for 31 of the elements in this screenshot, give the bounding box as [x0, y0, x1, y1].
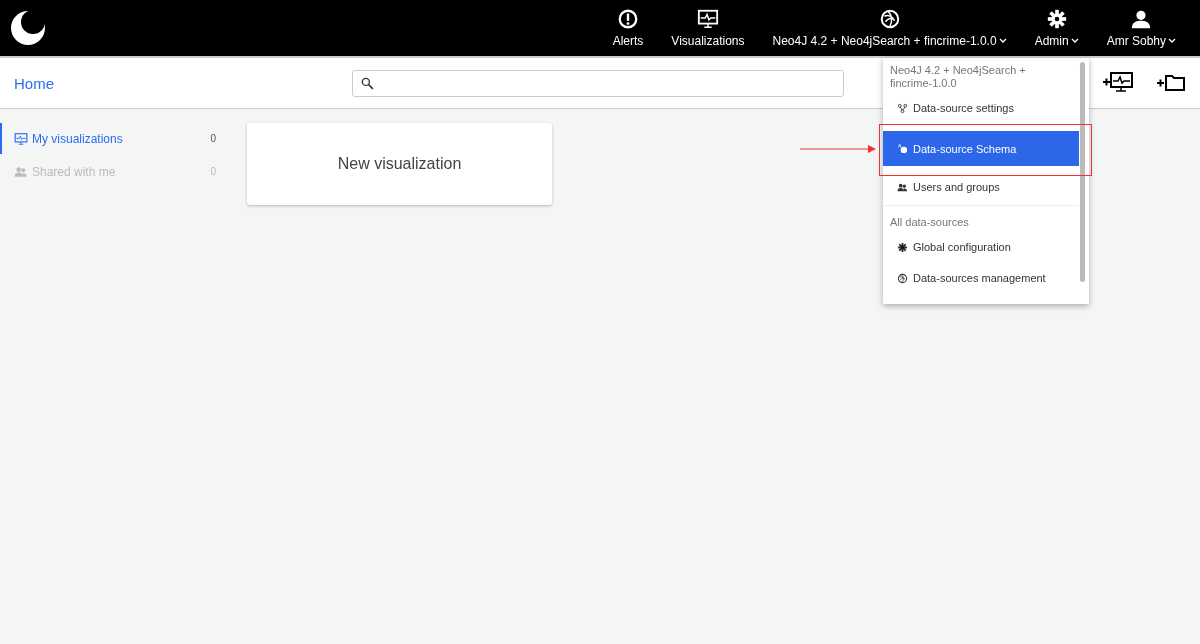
search-field[interactable] [352, 69, 844, 97]
nav-item[interactable]: Neo4J 4.2 + Neo4jSearch + fincrime-1.0.0 [758, 8, 1021, 48]
menu-item[interactable]: Users and groups [883, 174, 1079, 200]
nav-item[interactable]: Visualizations [657, 8, 759, 48]
menu-heading: All data-sources [889, 216, 970, 229]
users-icon [897, 181, 908, 193]
nav-item[interactable]: Alerts [598, 8, 658, 48]
scrollbar[interactable] [1080, 62, 1085, 282]
new-visualization-card[interactable]: New visualization [247, 123, 552, 205]
menu-heading: Neo4J 4.2 + Neo4jSearch + fincrime-1.0.0 [889, 64, 1027, 90]
nodes-icon [897, 102, 908, 114]
monitor-icon [696, 8, 719, 30]
user-icon [1130, 8, 1153, 30]
nav-item[interactable]: Admin [1020, 8, 1093, 48]
globe-icon [878, 8, 901, 30]
globe-icon [897, 272, 908, 284]
menu-item[interactable]: Data-sources management [883, 265, 1079, 291]
search-icon [361, 76, 374, 90]
settings-icon [897, 241, 908, 253]
sidebar-item[interactable]: My visualizations 0 [0, 123, 230, 154]
menu-item[interactable]: Data-source Schema [883, 131, 1079, 166]
page-title[interactable]: Home [14, 74, 352, 92]
logo-icon[interactable] [10, 10, 46, 46]
menu-item[interactable]: Data-source settings [883, 95, 1079, 121]
alert-icon [617, 8, 639, 30]
settings-icon [1045, 8, 1068, 30]
monitor-icon [14, 131, 28, 146]
nav-item[interactable]: Amr Sobhy [1092, 8, 1190, 48]
menu-item[interactable]: Global configuration [883, 234, 1079, 260]
users-icon [14, 164, 28, 179]
schema-icon [897, 143, 908, 154]
